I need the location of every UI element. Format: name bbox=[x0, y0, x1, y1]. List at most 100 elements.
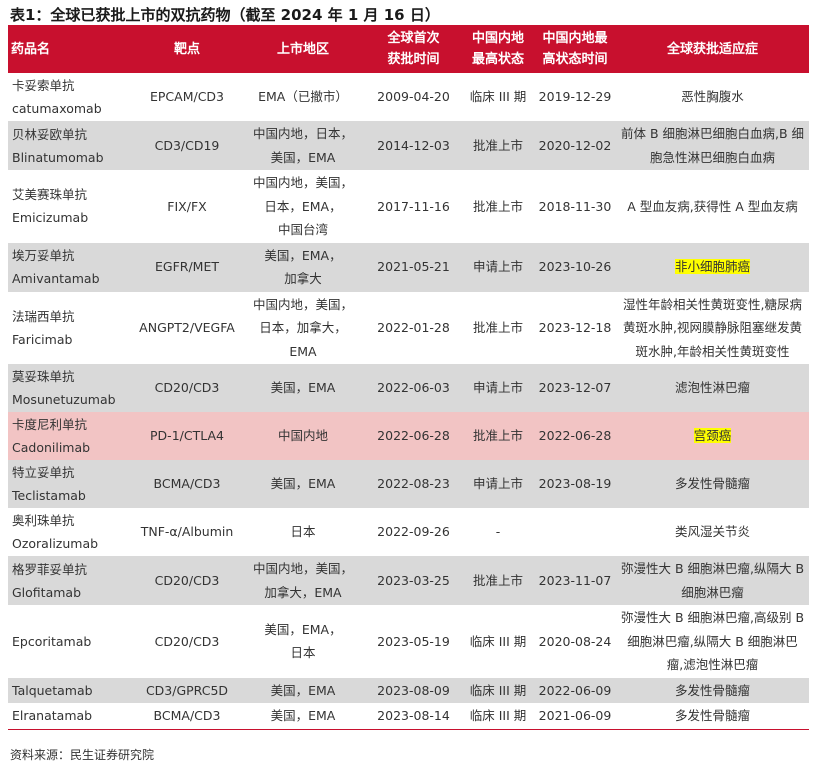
drug-name-cell: Elranatamab bbox=[8, 703, 133, 730]
table-row: 法瑞西单抗 Faricimab ANGPT2/VEGFA 中国内地，美国， 日本，加拿大… bbox=[8, 291, 809, 364]
cn-status-cell: 批准上市 bbox=[462, 291, 534, 364]
table-row: 格罗菲妥单抗 Glofitamab CD20/CD3 中国内地，美国， 加拿大，EMA 2… bbox=[8, 556, 809, 605]
drug-name-cell: 莫妥珠单抗 Mosunetuzumab bbox=[8, 364, 133, 412]
first-approval-cell: 2023-03-25 bbox=[365, 556, 462, 605]
drug-name-cell: 奥利珠单抗 Ozoralizumab bbox=[8, 508, 133, 556]
header-first-approval: 全球首次 获批时间 bbox=[365, 25, 462, 73]
table-row: 卡度尼利单抗 Cadonilimab PD-1/CTLA4 中国内地 2022-06-2… bbox=[8, 412, 809, 460]
indication-cell: 前体 B 细胞淋巴细胞白血病,B 细胞急性淋巴细胞白血病 bbox=[616, 121, 809, 170]
indication-cell: 多发性骨髓瘤 bbox=[616, 460, 809, 508]
indication-cell: 类风湿关节炎 bbox=[616, 508, 809, 556]
first-approval-cell: 2022-01-28 bbox=[365, 291, 462, 364]
first-approval-cell: 2023-05-19 bbox=[365, 605, 462, 678]
region-cell: 中国内地，美国， 日本，EMA， 中国台湾 bbox=[241, 170, 365, 243]
target-cell: EPCAM/CD3 bbox=[133, 73, 241, 121]
cn-status-time-cell: 2020-08-24 bbox=[534, 605, 616, 678]
target-cell: BCMA/CD3 bbox=[133, 460, 241, 508]
table-body: 卡妥索单抗 catumaxomab EPCAM/CD3 EMA（已撤市） 2009-04… bbox=[8, 73, 809, 730]
indication-cell: 非小细胞肺癌 bbox=[616, 242, 809, 292]
indication-cell: 滤泡性淋巴瘤 bbox=[616, 364, 809, 412]
table-title: 表1：全球已获批上市的双抗药物（截至 2024 年 1 月 16 日） bbox=[10, 6, 440, 24]
region-cell: 美国，EMA， 加拿大 bbox=[241, 242, 365, 292]
cn-status-cell: 临床 III 期 bbox=[462, 605, 534, 678]
indication-cell: 弥漫性大 B 细胞淋巴瘤,纵隔大 B 细胞淋巴瘤 bbox=[616, 556, 809, 605]
cn-status-cell: - bbox=[462, 508, 534, 556]
target-cell: CD20/CD3 bbox=[133, 605, 241, 678]
cn-status-time-cell: 2018-11-30 bbox=[534, 170, 616, 243]
table-row: 莫妥珠单抗 Mosunetuzumab CD20/CD3 美国，EMA 2022-06-… bbox=[8, 364, 809, 412]
first-approval-cell: 2023-08-14 bbox=[365, 703, 462, 730]
cn-status-time-cell: 2023-11-07 bbox=[534, 556, 616, 605]
drug-name-cell: 卡妥索单抗 catumaxomab bbox=[8, 73, 133, 121]
target-cell: PD-1/CTLA4 bbox=[133, 412, 241, 460]
cn-status-cell: 批准上市 bbox=[462, 556, 534, 605]
indication-cell: 湿性年龄相关性黄斑变性,糖尿病 黄斑水肿,视网膜静脉阻塞继发黄 斑水肿,年龄相关性黄… bbox=[616, 291, 809, 364]
drug-name-cell: 卡度尼利单抗 Cadonilimab bbox=[8, 412, 133, 460]
table-row: Talquetamab CD3/GPRC5D 美国，EMA 2023-08-09 临床 … bbox=[8, 677, 809, 703]
drug-table: 药品名 靶点 上市地区 全球首次 获批时间 中国内地 最高状态 中国内地最 高状态时间… bbox=[8, 25, 809, 730]
drug-name-cell: 格罗菲妥单抗 Glofitamab bbox=[8, 556, 133, 605]
cn-status-cell: 临床 III 期 bbox=[462, 677, 534, 703]
region-cell: 中国内地 bbox=[241, 412, 365, 460]
header-region: 上市地区 bbox=[241, 25, 365, 73]
table-row: 特立妥单抗 Teclistamab BCMA/CD3 美国，EMA 2022-08-23… bbox=[8, 460, 809, 508]
cn-status-cell: 批准上市 bbox=[462, 412, 534, 460]
drug-name-cell: Epcoritamab bbox=[8, 605, 133, 678]
cn-status-cell: 临床 III 期 bbox=[462, 703, 534, 730]
cn-status-time-cell: 2022-06-09 bbox=[534, 677, 616, 703]
drug-name-cell: 艾美赛珠单抗 Emicizumab bbox=[8, 170, 133, 243]
target-cell: CD20/CD3 bbox=[133, 364, 241, 412]
table-row: 贝林妥欧单抗 Blinatumomab CD3/CD19 中国内地，日本， 美国，EMA… bbox=[8, 121, 809, 170]
table-row: 卡妥索单抗 catumaxomab EPCAM/CD3 EMA（已撤市） 2009-04… bbox=[8, 73, 809, 121]
cn-status-time-cell: 2023-12-07 bbox=[534, 364, 616, 412]
table-row: Epcoritamab CD20/CD3 美国，EMA， 日本 2023-05-19 临床… bbox=[8, 605, 809, 678]
source-note: 资料来源：民生证券研究院 bbox=[10, 748, 155, 762]
first-approval-cell: 2022-06-28 bbox=[365, 412, 462, 460]
target-cell: EGFR/MET bbox=[133, 242, 241, 292]
region-cell: 美国，EMA bbox=[241, 460, 365, 508]
first-approval-cell: 2017-11-16 bbox=[365, 170, 462, 243]
table-row: Elranatamab BCMA/CD3 美国，EMA 2023-08-14 临床 II… bbox=[8, 703, 809, 730]
header-indication: 全球获批适应症 bbox=[616, 25, 809, 73]
table-row: 艾美赛珠单抗 Emicizumab FIX/FX 中国内地，美国， 日本，EMA， 中国台… bbox=[8, 170, 809, 243]
indication-cell: 恶性胸腹水 bbox=[616, 73, 809, 121]
region-cell: 日本 bbox=[241, 508, 365, 556]
target-cell: ANGPT2/VEGFA bbox=[133, 291, 241, 364]
region-cell: EMA（已撤市） bbox=[241, 73, 365, 121]
region-cell: 美国，EMA bbox=[241, 703, 365, 730]
drug-name-cell: Talquetamab bbox=[8, 677, 133, 703]
target-cell: FIX/FX bbox=[133, 170, 241, 243]
cn-status-cell: 申请上市 bbox=[462, 242, 534, 292]
table-row: 埃万妥单抗 Amivantamab EGFR/MET 美国，EMA， 加拿大 2021-0… bbox=[8, 242, 809, 292]
region-cell: 中国内地，美国， 日本，加拿大， EMA bbox=[241, 291, 365, 364]
cn-status-time-cell: 2020-12-02 bbox=[534, 121, 616, 170]
cn-status-time-cell: 2023-08-19 bbox=[534, 460, 616, 508]
region-cell: 中国内地，美国， 加拿大，EMA bbox=[241, 556, 365, 605]
cn-status-time-cell: 2022-06-28 bbox=[534, 412, 616, 460]
target-cell: TNF-α/Albumin bbox=[133, 508, 241, 556]
target-cell: CD20/CD3 bbox=[133, 556, 241, 605]
indication-cell: 多发性骨髓瘤 bbox=[616, 677, 809, 703]
drug-name-cell: 贝林妥欧单抗 Blinatumomab bbox=[8, 121, 133, 170]
highlighted-indication: 宫颈癌 bbox=[693, 428, 732, 444]
indication-cell: 宫颈癌 bbox=[616, 412, 809, 460]
first-approval-cell: 2021-05-21 bbox=[365, 242, 462, 292]
region-cell: 美国，EMA bbox=[241, 677, 365, 703]
header-cn-status-time: 中国内地最 高状态时间 bbox=[534, 25, 616, 73]
target-cell: CD3/GPRC5D bbox=[133, 677, 241, 703]
cn-status-time-cell: 2023-12-18 bbox=[534, 291, 616, 364]
region-cell: 中国内地，日本， 美国，EMA bbox=[241, 121, 365, 170]
cn-status-cell: 批准上市 bbox=[462, 121, 534, 170]
target-cell: BCMA/CD3 bbox=[133, 703, 241, 730]
indication-cell: 弥漫性大 B 细胞淋巴瘤,高级别 B 细胞淋巴瘤,纵隔大 B 细胞淋巴 瘤,滤泡性淋… bbox=[616, 605, 809, 678]
drug-name-cell: 特立妥单抗 Teclistamab bbox=[8, 460, 133, 508]
cn-status-time-cell: 2019-12-29 bbox=[534, 73, 616, 121]
drug-name-cell: 法瑞西单抗 Faricimab bbox=[8, 291, 133, 364]
first-approval-cell: 2009-04-20 bbox=[365, 73, 462, 121]
cn-status-time-cell: 2021-06-09 bbox=[534, 703, 616, 730]
header-drug-name: 药品名 bbox=[8, 25, 133, 73]
region-cell: 美国，EMA， 日本 bbox=[241, 605, 365, 678]
first-approval-cell: 2022-08-23 bbox=[365, 460, 462, 508]
indication-cell: A 型血友病,获得性 A 型血友病 bbox=[616, 170, 809, 243]
first-approval-cell: 2022-09-26 bbox=[365, 508, 462, 556]
